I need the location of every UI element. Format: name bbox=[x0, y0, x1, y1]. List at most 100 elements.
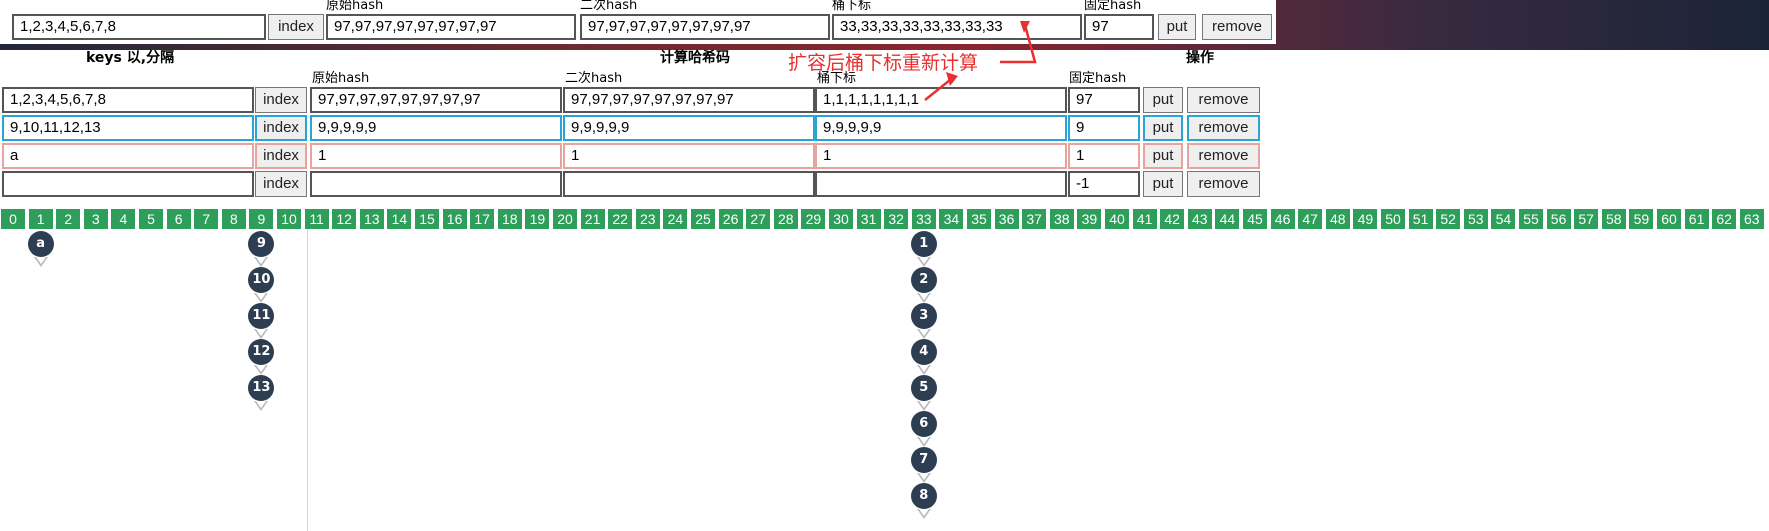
bucket-slot: 1 bbox=[28, 209, 53, 229]
bucket-slot: 37 bbox=[1022, 209, 1047, 229]
bucket-slot: 51 bbox=[1408, 209, 1433, 229]
put-button[interactable]: put bbox=[1143, 171, 1183, 197]
orig-hash-field[interactable] bbox=[310, 171, 562, 197]
bucket-slot: 14 bbox=[387, 209, 412, 229]
bucket-index-field[interactable] bbox=[815, 171, 1067, 197]
bucket-slot: 30 bbox=[829, 209, 853, 229]
bucket-index-field[interactable]: 1 bbox=[815, 143, 1067, 169]
bucket-slot: 7 bbox=[194, 209, 219, 229]
header-bucket-index: 桶下标 bbox=[832, 0, 872, 13]
index-button[interactable]: index bbox=[255, 115, 307, 141]
bucket-slot: 12 bbox=[332, 209, 357, 229]
second-hash-field[interactable]: 1 bbox=[563, 143, 815, 169]
remove-button[interactable]: remove bbox=[1187, 87, 1260, 113]
col-header-second-hash: 二次hash bbox=[565, 71, 623, 86]
bucket-slot: 28 bbox=[773, 209, 798, 229]
col-header-orig-hash: 原始hash bbox=[312, 71, 370, 86]
bucket-slot: 17 bbox=[470, 209, 495, 229]
panel-divider bbox=[307, 229, 308, 531]
bucket-slot: 43 bbox=[1187, 209, 1212, 229]
second-hash-field[interactable]: 97,97,97,97,97,97,97,97 bbox=[563, 87, 815, 113]
bucket-slot: 49 bbox=[1353, 209, 1378, 229]
remove-button[interactable]: remove bbox=[1187, 171, 1260, 197]
bucket-slot: 55 bbox=[1519, 209, 1543, 229]
node-pointer-icon bbox=[254, 257, 269, 267]
col-header-fixed-hash: 固定hash bbox=[1069, 71, 1127, 86]
group-title-compute: 计算哈希码 bbox=[660, 50, 730, 66]
bucket-slot: 2 bbox=[56, 209, 81, 229]
bucket-slot: 13 bbox=[359, 209, 384, 229]
put-button[interactable]: put bbox=[1158, 14, 1196, 40]
node-pointer-icon bbox=[916, 329, 931, 339]
bucket-slot: 18 bbox=[497, 209, 522, 229]
bucket-slot: 26 bbox=[718, 209, 743, 229]
index-button[interactable]: index bbox=[255, 171, 307, 197]
chain-node: 7 bbox=[910, 447, 937, 473]
bucket-slot: 32 bbox=[884, 209, 909, 229]
chain-node: 3 bbox=[910, 303, 937, 329]
index-button[interactable]: index bbox=[255, 87, 307, 113]
orig-hash-field[interactable]: 1 bbox=[310, 143, 562, 169]
keys-input[interactable]: 9,10,11,12,13 bbox=[2, 115, 254, 141]
index-button[interactable]: index bbox=[268, 14, 324, 40]
bucket-slot: 0 bbox=[1, 209, 25, 229]
fixed-hash-field[interactable]: 97 bbox=[1084, 14, 1154, 40]
bucket-slot: 44 bbox=[1215, 209, 1240, 229]
keys-input[interactable] bbox=[2, 171, 254, 197]
second-hash-field[interactable]: 9,9,9,9,9 bbox=[563, 115, 815, 141]
header-second-hash: 二次hash bbox=[580, 0, 638, 13]
bucket-slot: 16 bbox=[442, 209, 467, 229]
keys-input[interactable]: a bbox=[2, 143, 254, 169]
chain-node: 8 bbox=[910, 483, 937, 509]
node-pointer-icon bbox=[916, 509, 931, 519]
second-hash-field[interactable]: 97,97,97,97,97,97,97,97 bbox=[580, 14, 830, 40]
keys-input[interactable]: 1,2,3,4,5,6,7,8 bbox=[12, 14, 266, 40]
fixed-hash-field[interactable]: -1 bbox=[1068, 171, 1140, 197]
bucket-slot: 4 bbox=[111, 209, 136, 229]
bucket-slot: 53 bbox=[1463, 209, 1488, 229]
bucket-slot: 38 bbox=[1049, 209, 1074, 229]
bucket-slot: 61 bbox=[1684, 209, 1709, 229]
fixed-hash-field[interactable]: 1 bbox=[1068, 143, 1140, 169]
bucket-slot: 3 bbox=[83, 209, 108, 229]
node-pointer-icon bbox=[916, 401, 931, 411]
bucket-slot: 62 bbox=[1712, 209, 1737, 229]
put-button[interactable]: put bbox=[1143, 87, 1183, 113]
bucket-slot: 45 bbox=[1243, 209, 1267, 229]
remove-button[interactable]: remove bbox=[1187, 115, 1260, 141]
bucket-slot: 33 bbox=[911, 209, 936, 229]
put-button[interactable]: put bbox=[1143, 143, 1183, 169]
bucket-index-field[interactable]: 1,1,1,1,1,1,1,1 bbox=[815, 87, 1067, 113]
remove-button[interactable]: remove bbox=[1202, 14, 1272, 40]
bucket-slot: 31 bbox=[856, 209, 881, 229]
fixed-hash-field[interactable]: 97 bbox=[1068, 87, 1140, 113]
node-pointer-icon bbox=[916, 473, 931, 483]
bucket-index-field[interactable]: 9,9,9,9,9 bbox=[815, 115, 1067, 141]
index-button[interactable]: index bbox=[255, 143, 307, 169]
bucket-slot: 63 bbox=[1739, 209, 1764, 229]
bucket-index-field[interactable]: 33,33,33,33,33,33,33,33 bbox=[832, 14, 1082, 40]
bucket-slot: 35 bbox=[967, 209, 991, 229]
bucket-slot: 27 bbox=[746, 209, 771, 229]
bucket-slot: 20 bbox=[553, 209, 577, 229]
second-hash-field[interactable] bbox=[563, 171, 815, 197]
keys-input[interactable]: 1,2,3,4,5,6,7,8 bbox=[2, 87, 254, 113]
bucket-slot: 60 bbox=[1657, 209, 1681, 229]
bucket-slot: 10 bbox=[277, 209, 301, 229]
fixed-hash-field[interactable]: 9 bbox=[1068, 115, 1140, 141]
bucket-array: 0 1 2 3 4 5 6 7 8 9 10 11 12 13 14 15 16 17 18 19 20 21 22 23 24… bbox=[0, 209, 1769, 229]
bucket-slot: 52 bbox=[1436, 209, 1461, 229]
node-pointer-icon bbox=[916, 365, 931, 375]
remove-button[interactable]: remove bbox=[1187, 143, 1260, 169]
node-pointer-icon bbox=[254, 365, 269, 375]
put-button[interactable]: put bbox=[1143, 115, 1183, 141]
bucket-slot: 9 bbox=[249, 209, 274, 229]
bucket-slot: 34 bbox=[939, 209, 964, 229]
bucket-slot: 59 bbox=[1629, 209, 1654, 229]
orig-hash-field[interactable]: 97,97,97,97,97,97,97,97 bbox=[310, 87, 562, 113]
orig-hash-field[interactable]: 9,9,9,9,9 bbox=[310, 115, 562, 141]
bucket-slot: 50 bbox=[1381, 209, 1405, 229]
node-pointer-icon bbox=[916, 437, 931, 447]
bucket-slot: 8 bbox=[221, 209, 246, 229]
orig-hash-field[interactable]: 97,97,97,97,97,97,97,97 bbox=[326, 14, 576, 40]
